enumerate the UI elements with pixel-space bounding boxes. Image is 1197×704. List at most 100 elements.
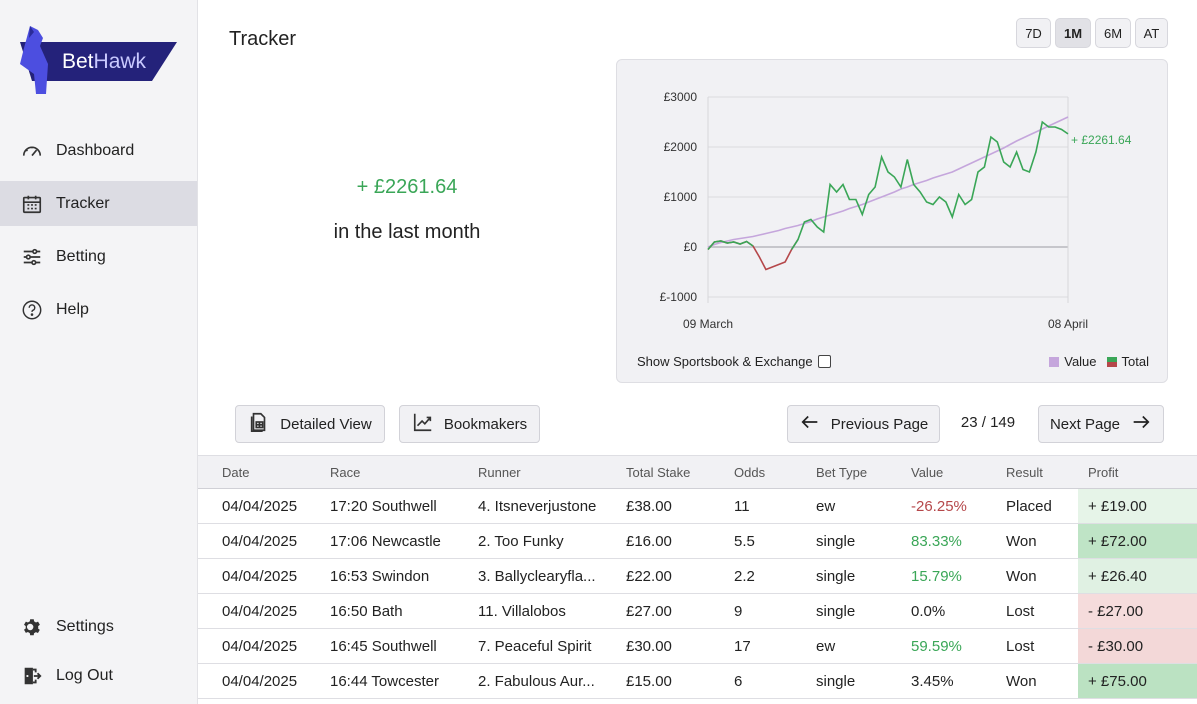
cell-total-stake: £38.00 xyxy=(626,498,672,515)
column-header-profit[interactable]: Profit xyxy=(1088,465,1118,480)
cell-odds: 6 xyxy=(734,673,743,690)
page-title: Tracker xyxy=(229,28,297,50)
table-row[interactable]: 04/04/2025 16:50 Bath 11. Villalobos £27… xyxy=(198,594,1197,629)
cell-race: 16:44 Towcester xyxy=(330,673,439,690)
cell-value: 0.0% xyxy=(911,603,946,620)
table-row[interactable]: 04/04/2025 16:53 Swindon 3. Ballyclearyf… xyxy=(198,559,1197,594)
cell-value: 3.45% xyxy=(911,673,954,690)
bookmakers-button[interactable]: Bookmakers xyxy=(399,405,540,443)
sidebar-item-label: Betting xyxy=(56,247,106,265)
column-header-bet-type[interactable]: Bet Type xyxy=(816,465,867,480)
gauge-icon xyxy=(20,139,44,163)
range-7d-button[interactable]: 7D xyxy=(1016,18,1051,48)
table-row[interactable]: 04/04/2025 16:45 Southwell 7. Peaceful S… xyxy=(198,629,1197,664)
sidebar-item-dashboard[interactable]: Dashboard xyxy=(0,128,197,173)
range-6m-button[interactable]: 6M xyxy=(1095,18,1131,48)
trend-chart-icon xyxy=(412,411,434,437)
cell-odds: 5.5 xyxy=(734,533,755,550)
cell-date: 04/04/2025 xyxy=(222,673,298,690)
table-row[interactable]: 04/04/2025 17:20 Southwell 4. Itsneverju… xyxy=(198,489,1197,524)
value-swatch xyxy=(1049,356,1060,367)
sidebar-item-tracker[interactable]: Tracker xyxy=(0,181,197,226)
sidebar-item-label: Dashboard xyxy=(56,141,135,159)
column-header-result[interactable]: Result xyxy=(1006,465,1043,480)
cell-bet-type: ew xyxy=(816,638,836,655)
toggle-label: Show Sportsbook & Exchange xyxy=(637,354,813,369)
total-series-negative-line xyxy=(707,239,799,271)
cell-bet-type: single xyxy=(816,568,856,585)
cell-odds: 9 xyxy=(734,603,743,620)
cell-race: 16:50 Bath xyxy=(330,603,403,620)
legend-total: Total xyxy=(1106,354,1149,369)
y-tick-label: £2000 xyxy=(664,140,698,154)
cell-result: Lost xyxy=(1006,603,1035,620)
cell-result: Won xyxy=(1006,673,1037,690)
calendar-icon xyxy=(20,192,44,216)
sidebar-item-help[interactable]: Help xyxy=(0,287,197,332)
column-header-odds[interactable]: Odds xyxy=(734,465,765,480)
cell-runner: 11. Villalobos xyxy=(478,603,566,620)
detailed-view-button[interactable]: Detailed View xyxy=(235,405,385,443)
cell-profit: + £26.40 xyxy=(1078,559,1197,593)
cell-bet-type: single xyxy=(816,533,856,550)
cell-result: Placed xyxy=(1006,498,1052,515)
cell-profit: + £75.00 xyxy=(1078,664,1197,698)
column-header-date[interactable]: Date xyxy=(222,465,249,480)
profit-chart: £3000 £2000 £1000 £0 £-1000 09 March 08 April… xyxy=(660,90,1132,331)
x-tick-label: 09 March xyxy=(683,317,733,331)
sliders-icon xyxy=(20,245,44,269)
gear-icon xyxy=(20,615,44,639)
table-header: Date Race Runner Total Stake Odds Bet Ty… xyxy=(198,455,1197,489)
cell-total-stake: £15.00 xyxy=(626,673,672,690)
cell-runner: 3. Ballyclearyfla... xyxy=(478,568,596,585)
bethawk-logo[interactable]: BetHawk xyxy=(14,24,182,98)
cell-race: 16:45 Southwell xyxy=(330,638,437,655)
cell-profit: - £27.00 xyxy=(1078,594,1197,628)
cell-bet-type: ew xyxy=(816,498,836,515)
sidebar-item-settings[interactable]: Settings xyxy=(0,604,197,649)
table-row[interactable]: 04/04/2025 16:44 Towcester 2. Fabulous A… xyxy=(198,664,1197,699)
chart-end-label: + £2261.64 xyxy=(1071,133,1132,147)
column-header-runner[interactable]: Runner xyxy=(478,465,521,480)
summary-profit-value: + £2261.64 xyxy=(356,176,458,198)
cell-total-stake: £16.00 xyxy=(626,533,672,550)
value-series-line xyxy=(707,116,1069,248)
cell-odds: 17 xyxy=(734,638,751,655)
next-page-button[interactable]: Next Page xyxy=(1038,405,1164,443)
sidebar-item-betting[interactable]: Betting xyxy=(0,234,197,279)
cell-odds: 2.2 xyxy=(734,568,755,585)
range-1m-button[interactable]: 1M xyxy=(1055,18,1091,48)
sidebar-item-label: Tracker xyxy=(56,194,110,212)
page-indicator: 23 / 149 xyxy=(960,414,1016,431)
cell-date: 04/04/2025 xyxy=(222,498,298,515)
cell-runner: 4. Itsneverjustone xyxy=(478,498,597,515)
previous-page-label: Previous Page xyxy=(830,415,929,433)
previous-page-button[interactable]: Previous Page xyxy=(787,405,940,443)
sidebar-item-logout[interactable]: Log Out xyxy=(0,653,197,698)
table-row[interactable]: 04/04/2025 17:06 Newcastle 2. Too Funky … xyxy=(198,524,1197,559)
cell-runner: 7. Peaceful Spirit xyxy=(478,638,592,655)
sidebar: BetHawk Dashboard Tracker Betting Help S… xyxy=(0,0,198,704)
y-tick-label: £-1000 xyxy=(660,290,698,304)
total-swatch xyxy=(1106,356,1117,367)
cell-value: 15.79% xyxy=(911,568,962,585)
bookmakers-label: Bookmakers xyxy=(443,415,528,433)
arrow-left-icon xyxy=(799,411,821,437)
detailed-view-label: Detailed View xyxy=(280,415,372,433)
sportsbook-exchange-checkbox[interactable] xyxy=(817,355,831,368)
range-at-button[interactable]: AT xyxy=(1135,18,1168,48)
column-header-total-stake[interactable]: Total Stake xyxy=(626,465,690,480)
cell-date: 04/04/2025 xyxy=(222,603,298,620)
cell-bet-type: single xyxy=(816,603,856,620)
column-header-value[interactable]: Value xyxy=(911,465,943,480)
cell-total-stake: £27.00 xyxy=(626,603,672,620)
legend-value: Value xyxy=(1049,354,1097,369)
sportsbook-exchange-toggle[interactable]: Show Sportsbook & Exchange xyxy=(637,354,831,369)
logout-icon xyxy=(20,664,44,688)
cell-result: Won xyxy=(1006,568,1037,585)
y-tick-label: £0 xyxy=(684,240,698,254)
cell-race: 17:06 Newcastle xyxy=(330,533,441,550)
cell-bet-type: single xyxy=(816,673,856,690)
sidebar-item-label: Settings xyxy=(56,617,114,635)
column-header-race[interactable]: Race xyxy=(330,465,360,480)
